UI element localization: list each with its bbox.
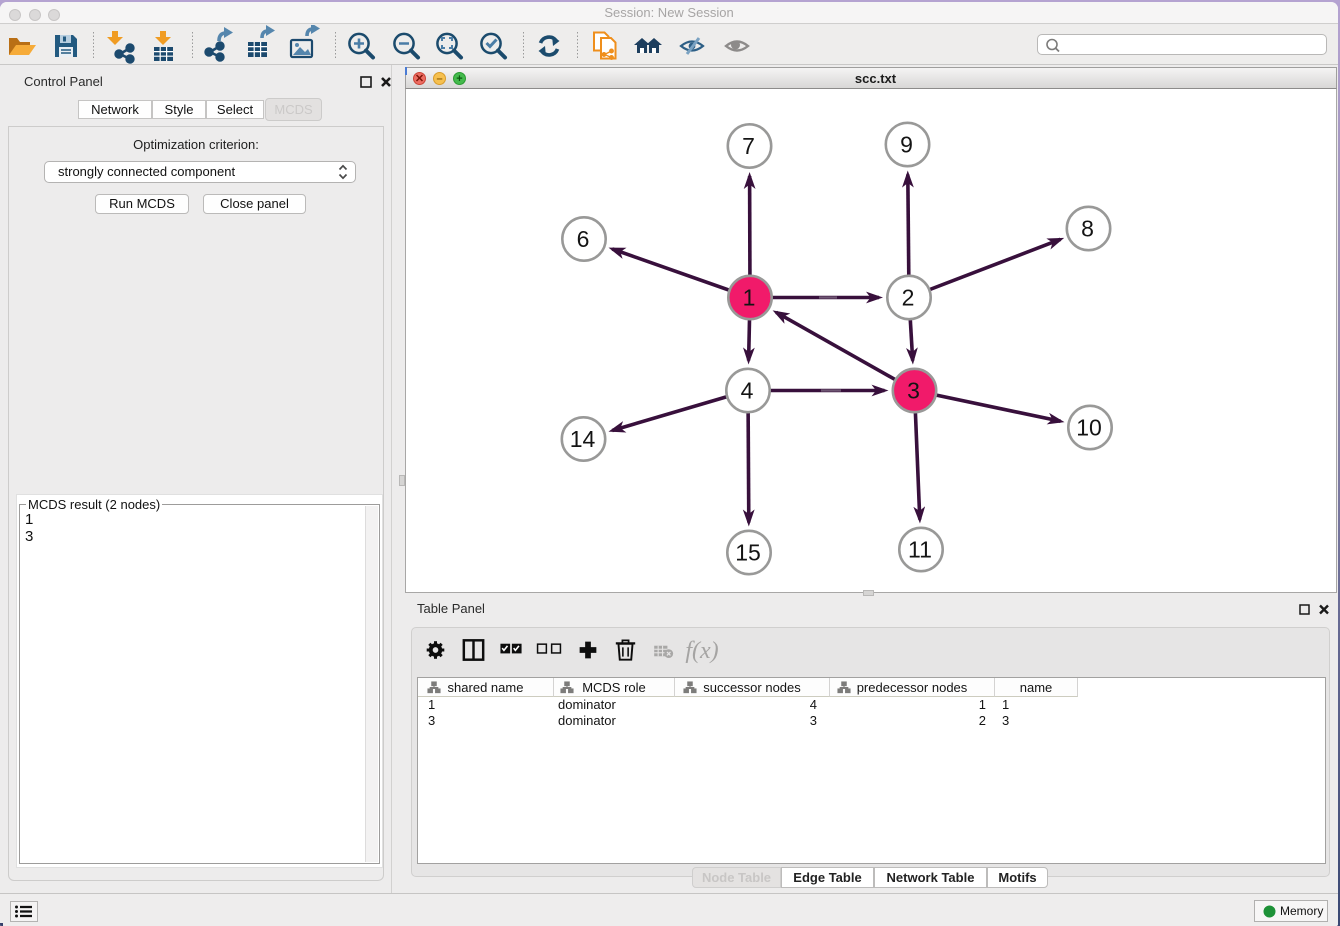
svg-text:10: 10 (1076, 415, 1102, 441)
svg-text:1: 1 (743, 285, 756, 311)
svg-text:6: 6 (577, 226, 590, 252)
svg-text:2: 2 (902, 285, 915, 311)
svg-text:11: 11 (908, 537, 932, 563)
svg-text:3: 3 (907, 378, 920, 404)
svg-text:15: 15 (735, 540, 761, 566)
svg-text:f(x): f(x) (685, 638, 718, 664)
svg-text:8: 8 (1081, 216, 1094, 242)
svg-text:14: 14 (570, 426, 596, 452)
svg-text:9: 9 (900, 132, 913, 158)
svg-text:4: 4 (741, 378, 754, 404)
svg-text:7: 7 (742, 133, 755, 159)
